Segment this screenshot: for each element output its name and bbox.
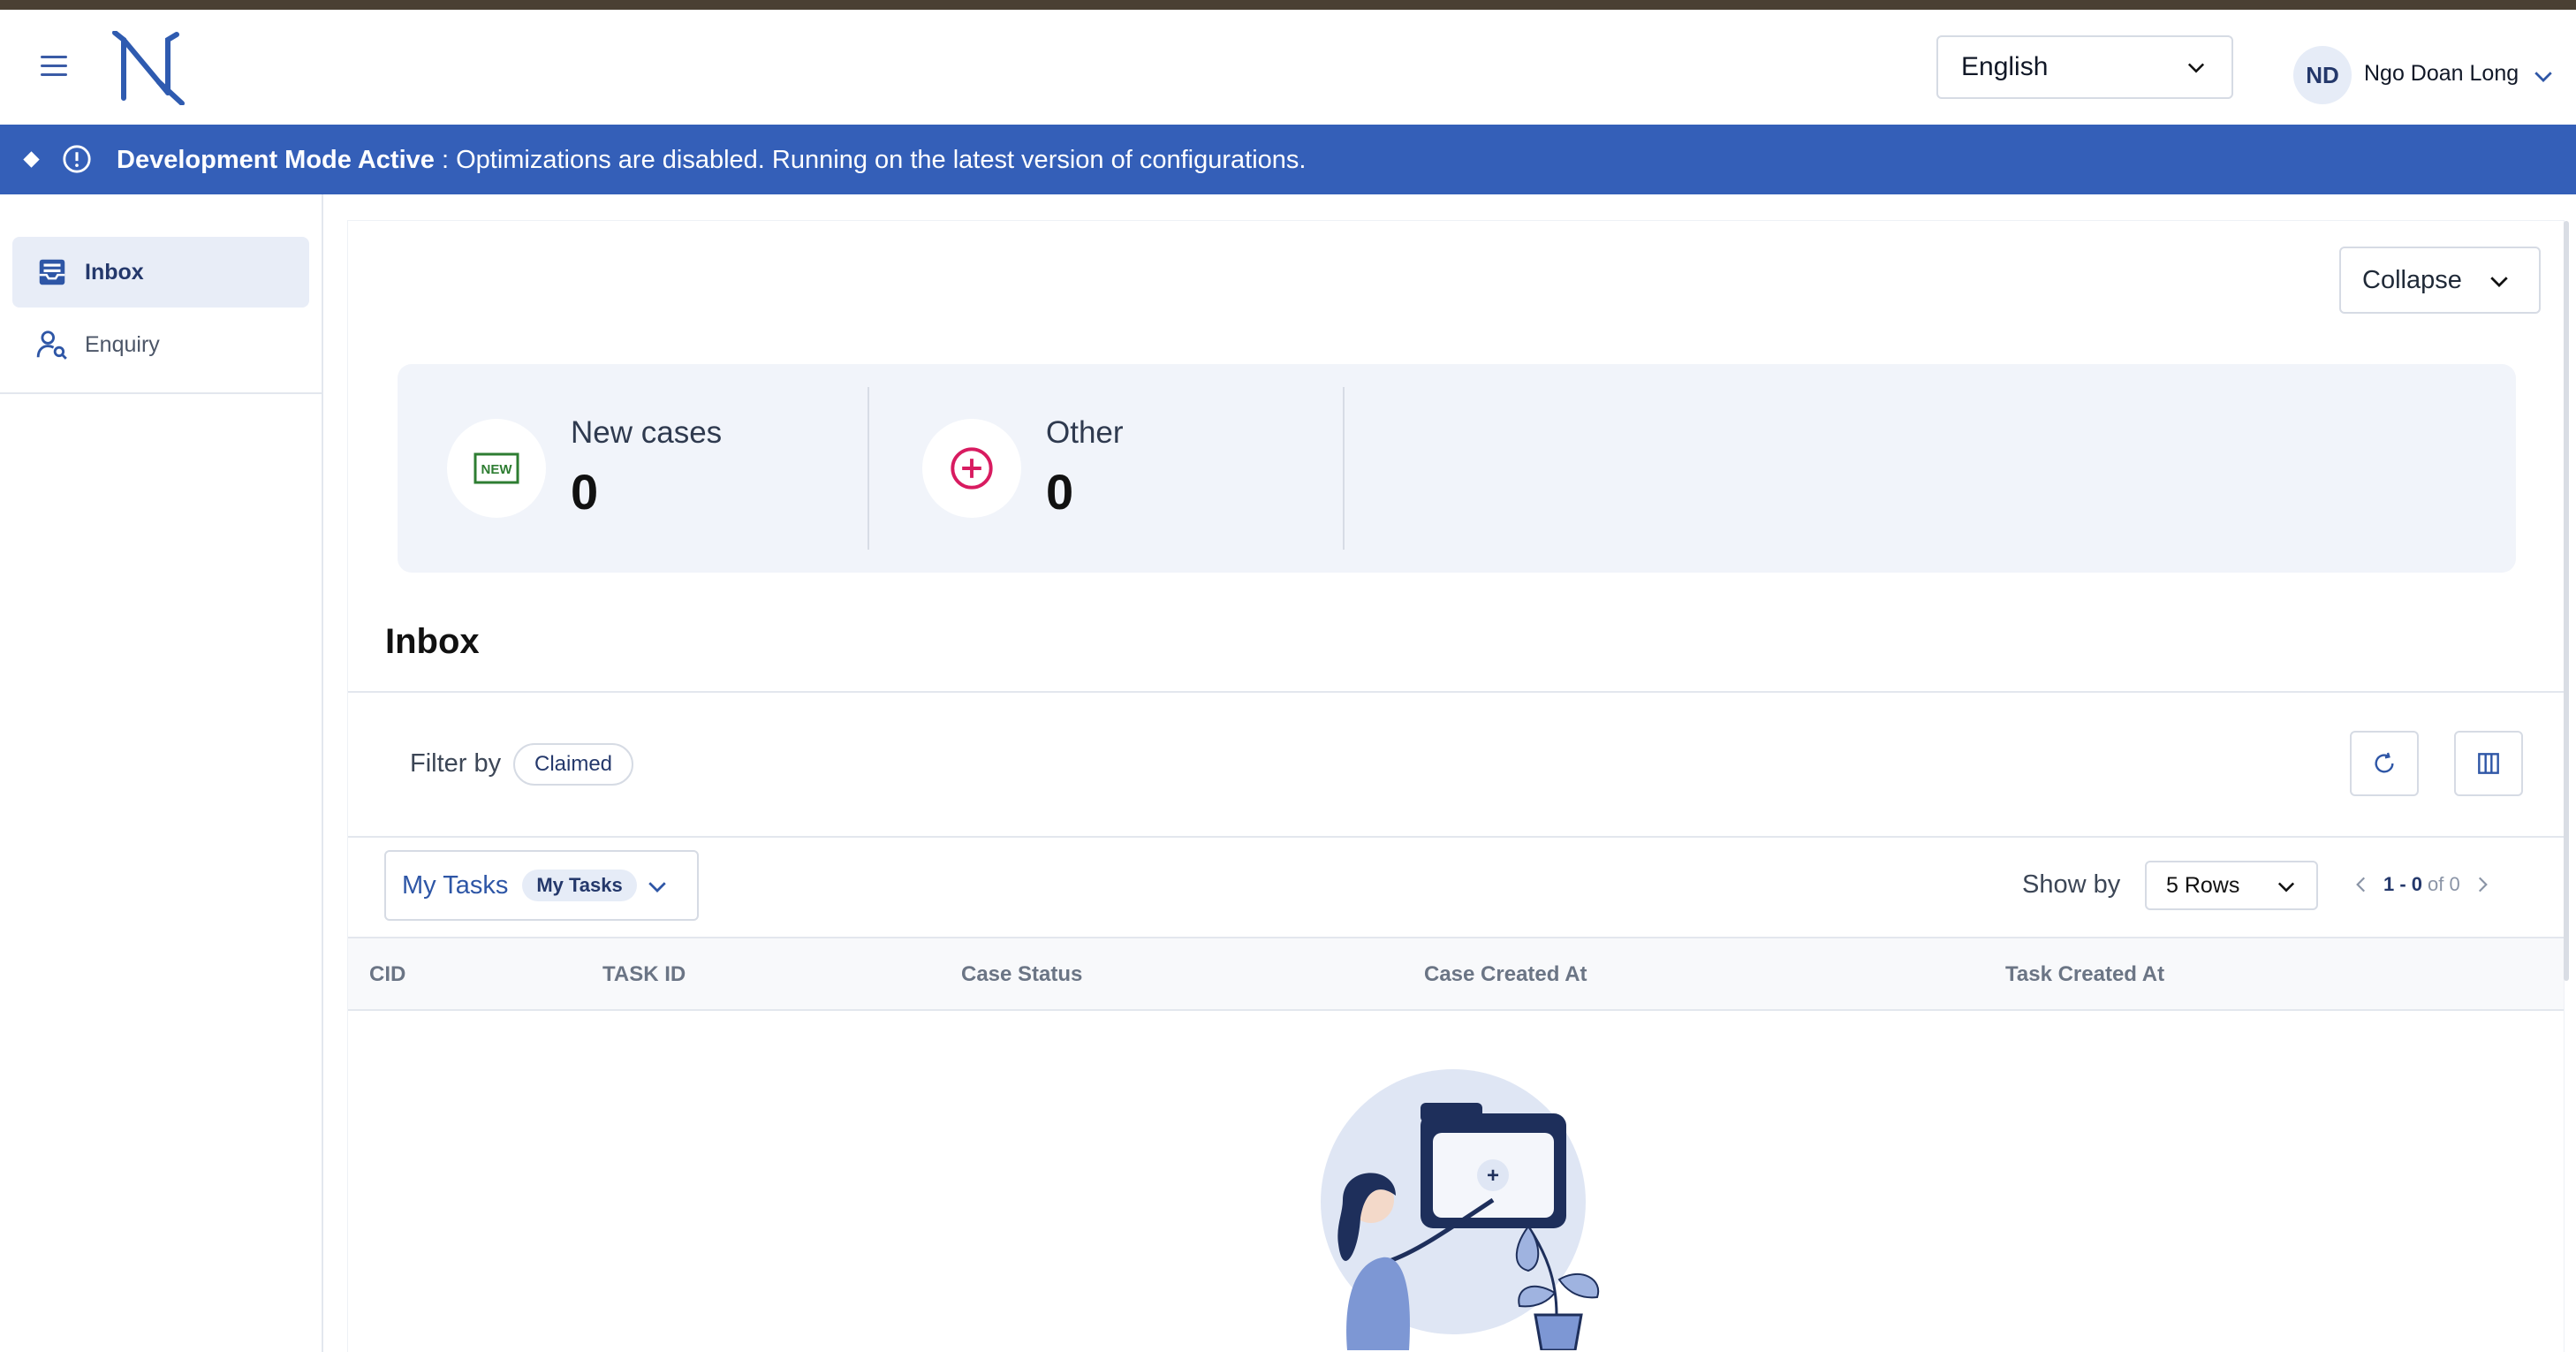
refresh-icon — [2375, 752, 2394, 773]
language-select[interactable]: English — [1936, 35, 2233, 99]
pagination: 1 - 0 of 0 — [2350, 871, 2494, 898]
divider — [348, 691, 2564, 693]
plus-circle-icon — [951, 447, 993, 490]
stat-label-other: Other — [1046, 415, 1124, 450]
dev-mode-banner: Development Mode Active : Optimizations … — [0, 125, 2576, 194]
rows-per-page-value: 5 Rows — [2166, 872, 2240, 898]
sidebar-item-label: Enquiry — [85, 331, 160, 357]
column-header-case-created-at[interactable]: Case Created At — [1424, 962, 1587, 987]
inbox-title: Inbox — [385, 622, 480, 661]
new-badge-icon: NEW — [474, 452, 519, 484]
columns-icon — [2478, 753, 2499, 774]
chevron-down-icon[interactable] — [2530, 63, 2557, 89]
user-search-icon — [36, 330, 67, 360]
stat-divider — [868, 387, 869, 550]
task-view-select[interactable]: My Tasks My Tasks — [384, 850, 699, 921]
filter-chip-claimed[interactable]: Claimed — [513, 743, 634, 786]
chevron-left-icon[interactable] — [2350, 871, 2373, 898]
inbox-icon — [39, 259, 65, 285]
menu-icon[interactable] — [41, 56, 67, 79]
app-logo[interactable] — [111, 31, 187, 105]
scrollbar[interactable] — [2564, 221, 2569, 981]
stat-icon-wrap: NEW — [447, 419, 546, 518]
banner-message: : Optimizations are disabled. Running on… — [434, 146, 1307, 174]
page-range: 1 - 0 — [2383, 873, 2423, 895]
task-view-badge: My Tasks — [522, 870, 637, 901]
info-icon — [63, 145, 91, 173]
chevron-down-icon — [2490, 277, 2508, 287]
diamond-icon — [23, 151, 40, 168]
banner-text: Development Mode Active : Optimizations … — [117, 146, 1306, 175]
sidebar-item-enquiry[interactable]: Enquiry — [12, 309, 309, 380]
column-header-case-status[interactable]: Case Status — [961, 962, 1082, 987]
chevron-right-icon[interactable] — [2471, 871, 2494, 898]
rows-per-page-select[interactable]: 5 Rows — [2145, 861, 2318, 910]
user-name[interactable]: Ngo Doan Long — [2364, 61, 2519, 87]
stats-panel: NEW New cases 0 Other 0 — [398, 364, 2516, 573]
sidebar-divider — [0, 392, 323, 394]
app-header: English ND Ngo Doan Long — [0, 10, 2576, 125]
svg-text:NEW: NEW — [481, 462, 513, 477]
page-total: of 0 — [2428, 873, 2460, 895]
show-by-label: Show by — [2022, 870, 2121, 899]
svg-text:+: + — [1487, 1164, 1499, 1188]
column-header-cid[interactable]: CID — [369, 962, 405, 987]
stat-value-new-cases: 0 — [571, 464, 599, 520]
column-header-task-id[interactable]: TASK ID — [602, 962, 686, 987]
top-strip — [0, 0, 2576, 10]
stat-icon-wrap — [922, 419, 1021, 518]
stat-value-other: 0 — [1046, 464, 1074, 520]
chevron-down-icon — [648, 882, 666, 892]
sidebar-item-inbox[interactable]: Inbox — [12, 237, 309, 308]
chevron-down-icon — [2187, 63, 2205, 73]
column-header-task-created-at[interactable]: Task Created At — [2005, 962, 2164, 987]
filter-label: Filter by — [410, 749, 502, 778]
collapse-label: Collapse — [2362, 265, 2462, 294]
empty-state-illustration: + — [1321, 1069, 1600, 1350]
sidebar-item-label: Inbox — [85, 259, 144, 285]
stat-label-new-cases: New cases — [571, 415, 723, 450]
sidebar: Inbox Enquiry — [0, 194, 323, 1352]
banner-title: Development Mode Active — [117, 146, 435, 174]
divider — [348, 836, 2564, 838]
refresh-button[interactable] — [2350, 731, 2419, 796]
chevron-down-icon — [2277, 882, 2295, 892]
collapse-button[interactable]: Collapse — [2339, 247, 2541, 314]
columns-button[interactable] — [2454, 731, 2523, 796]
task-view-label: My Tasks — [402, 870, 509, 900]
avatar[interactable]: ND — [2293, 46, 2352, 104]
table-header: CID TASK ID Case Status Case Created At … — [348, 937, 2564, 1011]
stat-divider — [1343, 387, 1345, 550]
language-value: English — [1961, 52, 2049, 81]
